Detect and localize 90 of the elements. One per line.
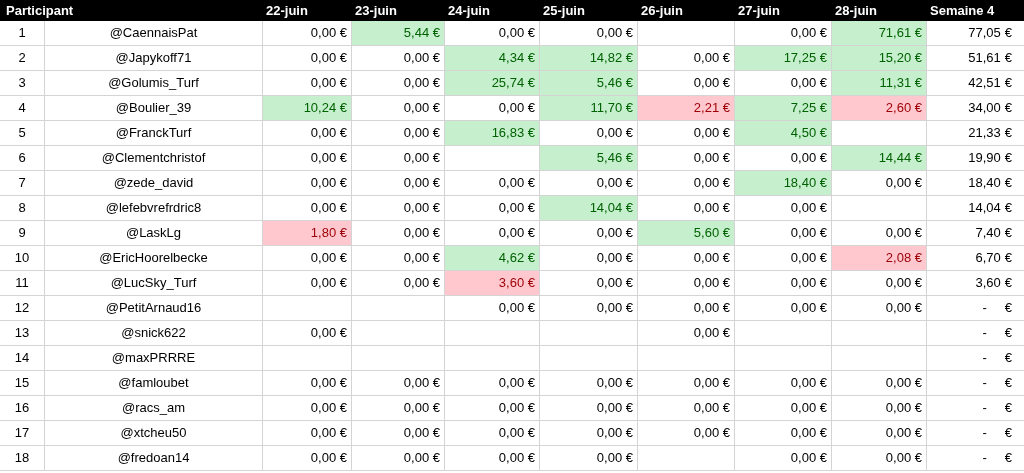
amount-cell: 4,50 €: [735, 121, 832, 145]
currency-sign: €: [1004, 424, 1012, 443]
amount-cell: 3,60 €: [445, 271, 540, 295]
total-amount: -: [982, 374, 987, 393]
row-number: 4: [0, 96, 45, 120]
total-amount: 3,60: [975, 274, 1001, 293]
row-number: 12: [0, 296, 45, 320]
column-header: 24-juin: [447, 1, 491, 20]
row-number: 16: [0, 396, 45, 420]
currency-sign: €: [1004, 324, 1012, 343]
currency-sign: €: [1004, 174, 1012, 193]
row-number: 11: [0, 271, 45, 295]
amount-cell: 4,34 €: [445, 46, 540, 70]
total-amount: -: [982, 324, 987, 343]
total-amount: 6,70: [975, 249, 1001, 268]
amount-cell: 11,70 €: [540, 96, 638, 120]
total-amount: -: [982, 349, 987, 368]
amount-cell: 11,31 €: [832, 71, 927, 95]
currency-sign: €: [1004, 99, 1012, 118]
total-amount: 42,51: [968, 74, 1001, 93]
row-number: 14: [0, 346, 45, 370]
column-header: Participant: [5, 1, 75, 20]
currency-sign: €: [1004, 449, 1012, 468]
amount-cell: 5,44 €: [352, 21, 445, 45]
amount-cell: 4,62 €: [445, 246, 540, 270]
amount-cell: 16,83 €: [445, 121, 540, 145]
row-number: 15: [0, 371, 45, 395]
total-amount: -: [982, 424, 987, 443]
currency-sign: €: [1004, 224, 1012, 243]
row-number: 13: [0, 321, 45, 345]
column-header: 28-juin: [834, 1, 878, 20]
currency-sign: €: [1004, 274, 1012, 293]
amount-cell: 25,74 €: [445, 71, 540, 95]
currency-sign: €: [1004, 249, 1012, 268]
currency-sign: €: [1004, 149, 1012, 168]
row-number: 17: [0, 421, 45, 445]
amount-cell: 14,82 €: [540, 46, 638, 70]
amount-cell: 2,21 €: [638, 96, 735, 120]
column-header: 27-juin: [737, 1, 781, 20]
amount-cell: 71,61 €: [832, 21, 927, 45]
currency-sign: €: [1004, 374, 1012, 393]
row-number: 8: [0, 196, 45, 220]
total-amount: 19,90: [968, 149, 1001, 168]
amount-cell: 15,20 €: [832, 46, 927, 70]
row-number: 18: [0, 446, 45, 470]
amount-cell: 5,46 €: [540, 146, 638, 170]
currency-sign: €: [1004, 24, 1012, 43]
row-number: 6: [0, 146, 45, 170]
row-number: 3: [0, 71, 45, 95]
column-header: 25-juin: [542, 1, 586, 20]
amount-cell: 5,46 €: [540, 71, 638, 95]
row-number: 10: [0, 246, 45, 270]
amount-cell: 2,08 €: [832, 246, 927, 270]
total-amount: 77,05: [968, 24, 1001, 43]
currency-sign: €: [1004, 199, 1012, 218]
total-amount: 34,00: [968, 99, 1001, 118]
currency-sign: €: [1004, 299, 1012, 318]
column-header: 26-juin: [640, 1, 684, 20]
currency-sign: €: [1004, 49, 1012, 68]
total-amount: 18,40: [968, 174, 1001, 193]
amount-cell: 18,40 €: [735, 171, 832, 195]
amount-cell: 7,25 €: [735, 96, 832, 120]
amount-cell: 1,80 €: [263, 221, 352, 245]
amount-cell: 14,04 €: [540, 196, 638, 220]
amount-cell: 10,24 €: [263, 96, 352, 120]
total-amount: 14,04: [968, 199, 1001, 218]
total-amount: -: [982, 299, 987, 318]
total-amount: -: [982, 399, 987, 418]
column-header: Semaine 4: [929, 1, 996, 20]
currency-sign: €: [1004, 349, 1012, 368]
row-number: 9: [0, 221, 45, 245]
total-amount: 21,33: [968, 124, 1001, 143]
row-number: 7: [0, 171, 45, 195]
row-number: 5: [0, 121, 45, 145]
amount-cell: 5,60 €: [638, 221, 735, 245]
currency-sign: €: [1004, 74, 1012, 93]
column-header: 23-juin: [354, 1, 398, 20]
total-amount: -: [982, 449, 987, 468]
total-amount: 7,40: [975, 224, 1001, 243]
currency-sign: €: [1004, 124, 1012, 143]
participant-cell: @PetitArnaud16: [45, 296, 263, 320]
row-number: 2: [0, 46, 45, 70]
row-number: 1: [0, 21, 45, 45]
total-amount: 51,61: [968, 49, 1001, 68]
currency-sign: €: [1004, 399, 1012, 418]
amount-cell: 17,25 €: [735, 46, 832, 70]
amount-cell: 2,60 €: [832, 96, 927, 120]
column-header: 22-juin: [265, 1, 309, 20]
participant-cell: @maxPRRRE: [45, 346, 263, 370]
amount-cell: 14,44 €: [832, 146, 927, 170]
